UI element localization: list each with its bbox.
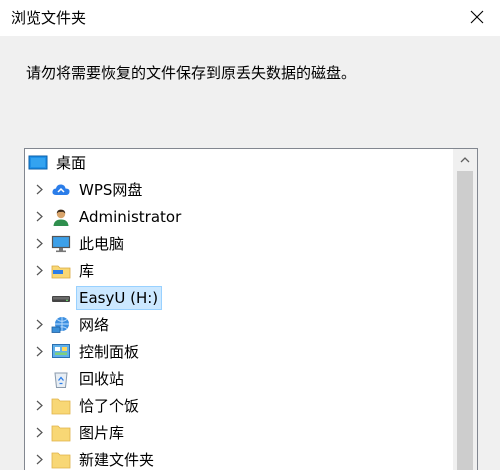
chevron-right-icon: [36, 211, 43, 222]
expand-toggle[interactable]: [33, 184, 45, 196]
tree-item-label: 桌面: [56, 153, 87, 172]
expand-toggle[interactable]: [33, 238, 45, 250]
recycle-bin-icon: [51, 369, 71, 389]
chevron-right-icon: [36, 454, 43, 465]
tree-item-label: EasyU (H:): [75, 285, 163, 310]
folder-icon: [51, 396, 71, 416]
tree-item-label: 网络: [79, 315, 110, 334]
vertical-scrollbar[interactable]: [453, 149, 477, 470]
expand-toggle[interactable]: [33, 211, 45, 223]
tree-item-label: 恰了个饭: [79, 396, 140, 415]
tree-item-label: 控制面板: [79, 342, 140, 361]
folder-icon: [51, 423, 71, 443]
chevron-right-icon: [36, 238, 43, 249]
tree-item[interactable]: 此电脑: [25, 230, 453, 257]
tree-item-label: 图片库: [79, 423, 125, 442]
chevron-right-icon: [36, 400, 43, 411]
computer-icon: [51, 234, 71, 254]
tree-item-label: Administrator: [79, 207, 182, 226]
tree-item[interactable]: 桌面: [25, 149, 453, 176]
tree-item[interactable]: WPS网盘: [25, 176, 453, 203]
control-panel-icon: [51, 342, 71, 362]
tree-item[interactable]: 恰了个饭: [25, 392, 453, 419]
chevron-right-icon: [36, 427, 43, 438]
tree-item-label: 新建文件夹: [79, 450, 155, 469]
user-icon: [51, 207, 71, 227]
folder-tree[interactable]: 桌面 WPS网盘 Administrator 此电脑库 EasyU (H:) 网络控制面板…: [24, 148, 478, 470]
tree-item-label: 库: [79, 261, 95, 280]
cloud-drive-icon: [51, 180, 71, 200]
window-title: 浏览文件夹: [11, 9, 87, 27]
scroll-up-button[interactable]: [453, 149, 477, 171]
tree-rows: 桌面 WPS网盘 Administrator 此电脑库 EasyU (H:) 网络控制面板…: [25, 149, 453, 470]
expand-toggle[interactable]: [33, 400, 45, 412]
chevron-right-icon: [36, 319, 43, 330]
chevron-right-icon: [36, 346, 43, 357]
library-icon: [51, 261, 71, 281]
chevron-right-icon: [36, 265, 43, 276]
network-icon: [51, 315, 71, 335]
tree-item-label: WPS网盘: [79, 180, 143, 199]
chevron-right-icon: [36, 184, 43, 195]
instruction-text: 请勿将需要恢复的文件保存到原丢失数据的磁盘。: [26, 64, 357, 82]
tree-item[interactable]: 图片库: [25, 419, 453, 446]
expand-toggle[interactable]: [33, 265, 45, 277]
expand-toggle[interactable]: [33, 346, 45, 358]
tree-item[interactable]: 库: [25, 257, 453, 284]
folder-icon: [51, 450, 71, 470]
tree-item[interactable]: 回收站: [25, 365, 453, 392]
tree-item[interactable]: 新建文件夹: [25, 446, 453, 470]
tree-item[interactable]: 控制面板: [25, 338, 453, 365]
chevron-up-icon: [460, 157, 470, 163]
drive-icon: [51, 288, 71, 308]
title-bar: 浏览文件夹: [0, 0, 500, 36]
desktop-icon: [28, 153, 48, 173]
expand-toggle[interactable]: [33, 319, 45, 331]
expand-toggle[interactable]: [33, 427, 45, 439]
tree-item-label: 回收站: [79, 369, 125, 388]
close-button[interactable]: [454, 0, 500, 34]
tree-item[interactable]: 网络: [25, 311, 453, 338]
tree-item-label: 此电脑: [79, 234, 125, 253]
expand-toggle[interactable]: [33, 454, 45, 466]
scroll-thumb[interactable]: [457, 171, 473, 470]
tree-item[interactable]: EasyU (H:): [25, 284, 453, 311]
close-icon: [470, 10, 484, 24]
tree-item[interactable]: Administrator: [25, 203, 453, 230]
